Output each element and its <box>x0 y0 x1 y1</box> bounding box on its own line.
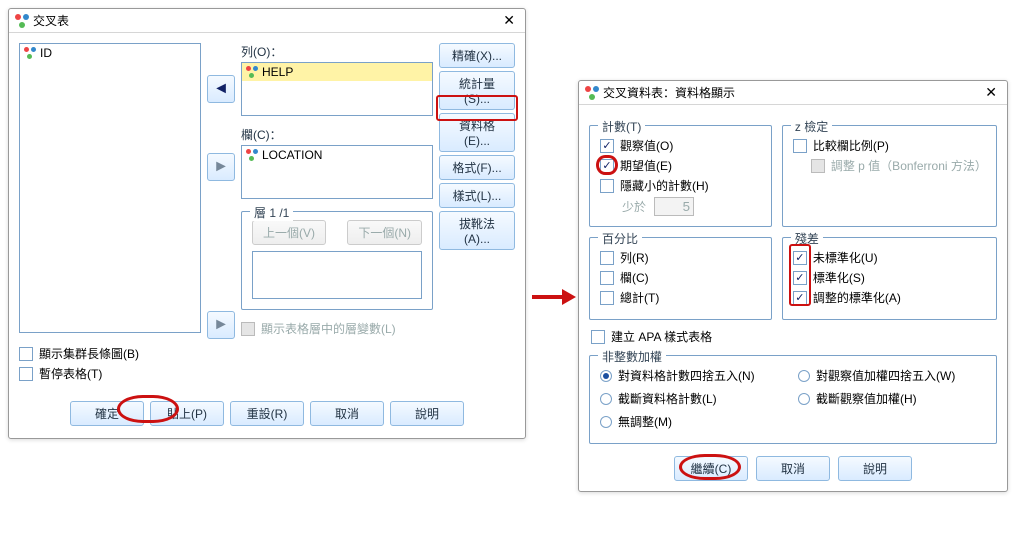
side-button-boot[interactable]: 拔靴法(A)... <box>439 211 515 250</box>
apa-checkbox[interactable]: 建立 APA 樣式表格 <box>591 328 997 345</box>
help-button[interactable]: 說明 <box>838 456 912 481</box>
pct-row-checkbox[interactable]: 列(R) <box>600 249 761 266</box>
pct-total-checkbox[interactable]: 總計(T) <box>600 289 761 306</box>
close-icon[interactable]: ✕ <box>981 84 1001 101</box>
layer-list[interactable] <box>252 251 422 299</box>
close-icon[interactable]: ✕ <box>499 12 519 29</box>
compare-checkbox[interactable]: 比較欄比例(P) <box>793 137 986 154</box>
list-item[interactable]: HELP <box>242 63 432 81</box>
list-item[interactable]: ID <box>20 44 200 62</box>
col-list[interactable]: HELP <box>241 62 433 116</box>
dialog-title: 交叉資料表：資料格顯示 <box>603 84 735 101</box>
side-button-format[interactable]: 格式(F)... <box>439 155 515 180</box>
list-item[interactable]: LOCATION <box>242 146 432 164</box>
show-layers-cb: 顯示表格層中的層變數(L) <box>241 320 433 337</box>
move-to-layer-button[interactable]: ► <box>207 311 235 339</box>
nonint-trunc-cell-radio[interactable]: 截斷資料格計數(L) <box>600 390 788 407</box>
nonint-none-radio[interactable]: 無調整(M) <box>600 413 788 430</box>
counts-legend: 計數(T) <box>598 118 645 135</box>
nonint-round-cell-radio[interactable]: 對資料格計數四捨五入(N) <box>600 367 788 384</box>
nonint-trunc-weight-radio[interactable]: 截斷觀察值加權(H) <box>798 390 986 407</box>
side-button-style[interactable]: 樣式(L)... <box>439 183 515 208</box>
row-label: 欄(C)： <box>241 126 433 143</box>
next-layer-button[interactable]: 下一個(N) <box>347 220 422 245</box>
help-button[interactable]: 說明 <box>390 401 464 426</box>
side-button-cells[interactable]: 資料格(E)... <box>439 113 515 152</box>
observed-checkbox[interactable]: ✓觀察值(O) <box>600 137 761 154</box>
resid-std-checkbox[interactable]: ✓標準化(S) <box>793 269 986 286</box>
suppress-tables-checkbox[interactable]: 暫停表格(T) <box>19 365 201 382</box>
percent-legend: 百分比 <box>598 230 642 247</box>
show-cluster-checkbox[interactable]: 顯示集群長條圖(B) <box>19 345 201 362</box>
pct-col-checkbox[interactable]: 欄(C) <box>600 269 761 286</box>
side-button-stats[interactable]: 統計量(S)... <box>439 71 515 110</box>
var-icon <box>24 47 36 59</box>
hide-small-checkbox[interactable]: 隱藏小的計數(H) <box>600 177 761 194</box>
side-button-exact[interactable]: 精確(X)... <box>439 43 515 68</box>
less-than-label: 少於 <box>622 198 646 215</box>
prev-layer-button[interactable]: 上一個(V) <box>252 220 326 245</box>
move-to-col-button[interactable]: ◄ <box>207 75 235 103</box>
variables-list[interactable]: ID <box>19 43 201 333</box>
var-icon <box>246 149 258 161</box>
paste-button[interactable]: 貼上(P) <box>150 401 224 426</box>
resid-unstd-checkbox[interactable]: ✓未標準化(U) <box>793 249 986 266</box>
app-icon <box>15 14 29 28</box>
cancel-button[interactable]: 取消 <box>756 456 830 481</box>
ztest-legend: z 檢定 <box>791 118 832 135</box>
app-icon <box>585 86 599 100</box>
adjustp-checkbox: 調整 p 值（Bonferroni 方法） <box>811 157 986 174</box>
dialog-title: 交叉表 <box>33 12 69 29</box>
move-to-row-button[interactable]: ► <box>207 153 235 181</box>
reset-button[interactable]: 重設(R) <box>230 401 304 426</box>
resid-legend: 殘差 <box>791 230 823 247</box>
arrow-icon <box>532 293 572 301</box>
row-list[interactable]: LOCATION <box>241 145 433 199</box>
continue-button[interactable]: 繼續(C) <box>674 456 748 481</box>
resid-adjstd-checkbox[interactable]: ✓調整的標準化(A) <box>793 289 986 306</box>
layer-legend: 層 1 /1 <box>250 204 293 221</box>
nonint-round-weight-radio[interactable]: 對觀察值加權四捨五入(W) <box>798 367 986 384</box>
nonint-legend: 非整數加權 <box>598 348 666 365</box>
less-than-input <box>654 197 694 216</box>
var-icon <box>246 66 258 78</box>
expected-checkbox[interactable]: ✓期望值(E) <box>600 157 761 174</box>
col-label: 列(O)： <box>241 43 433 60</box>
ok-button[interactable]: 確定 <box>70 401 144 426</box>
cancel-button[interactable]: 取消 <box>310 401 384 426</box>
